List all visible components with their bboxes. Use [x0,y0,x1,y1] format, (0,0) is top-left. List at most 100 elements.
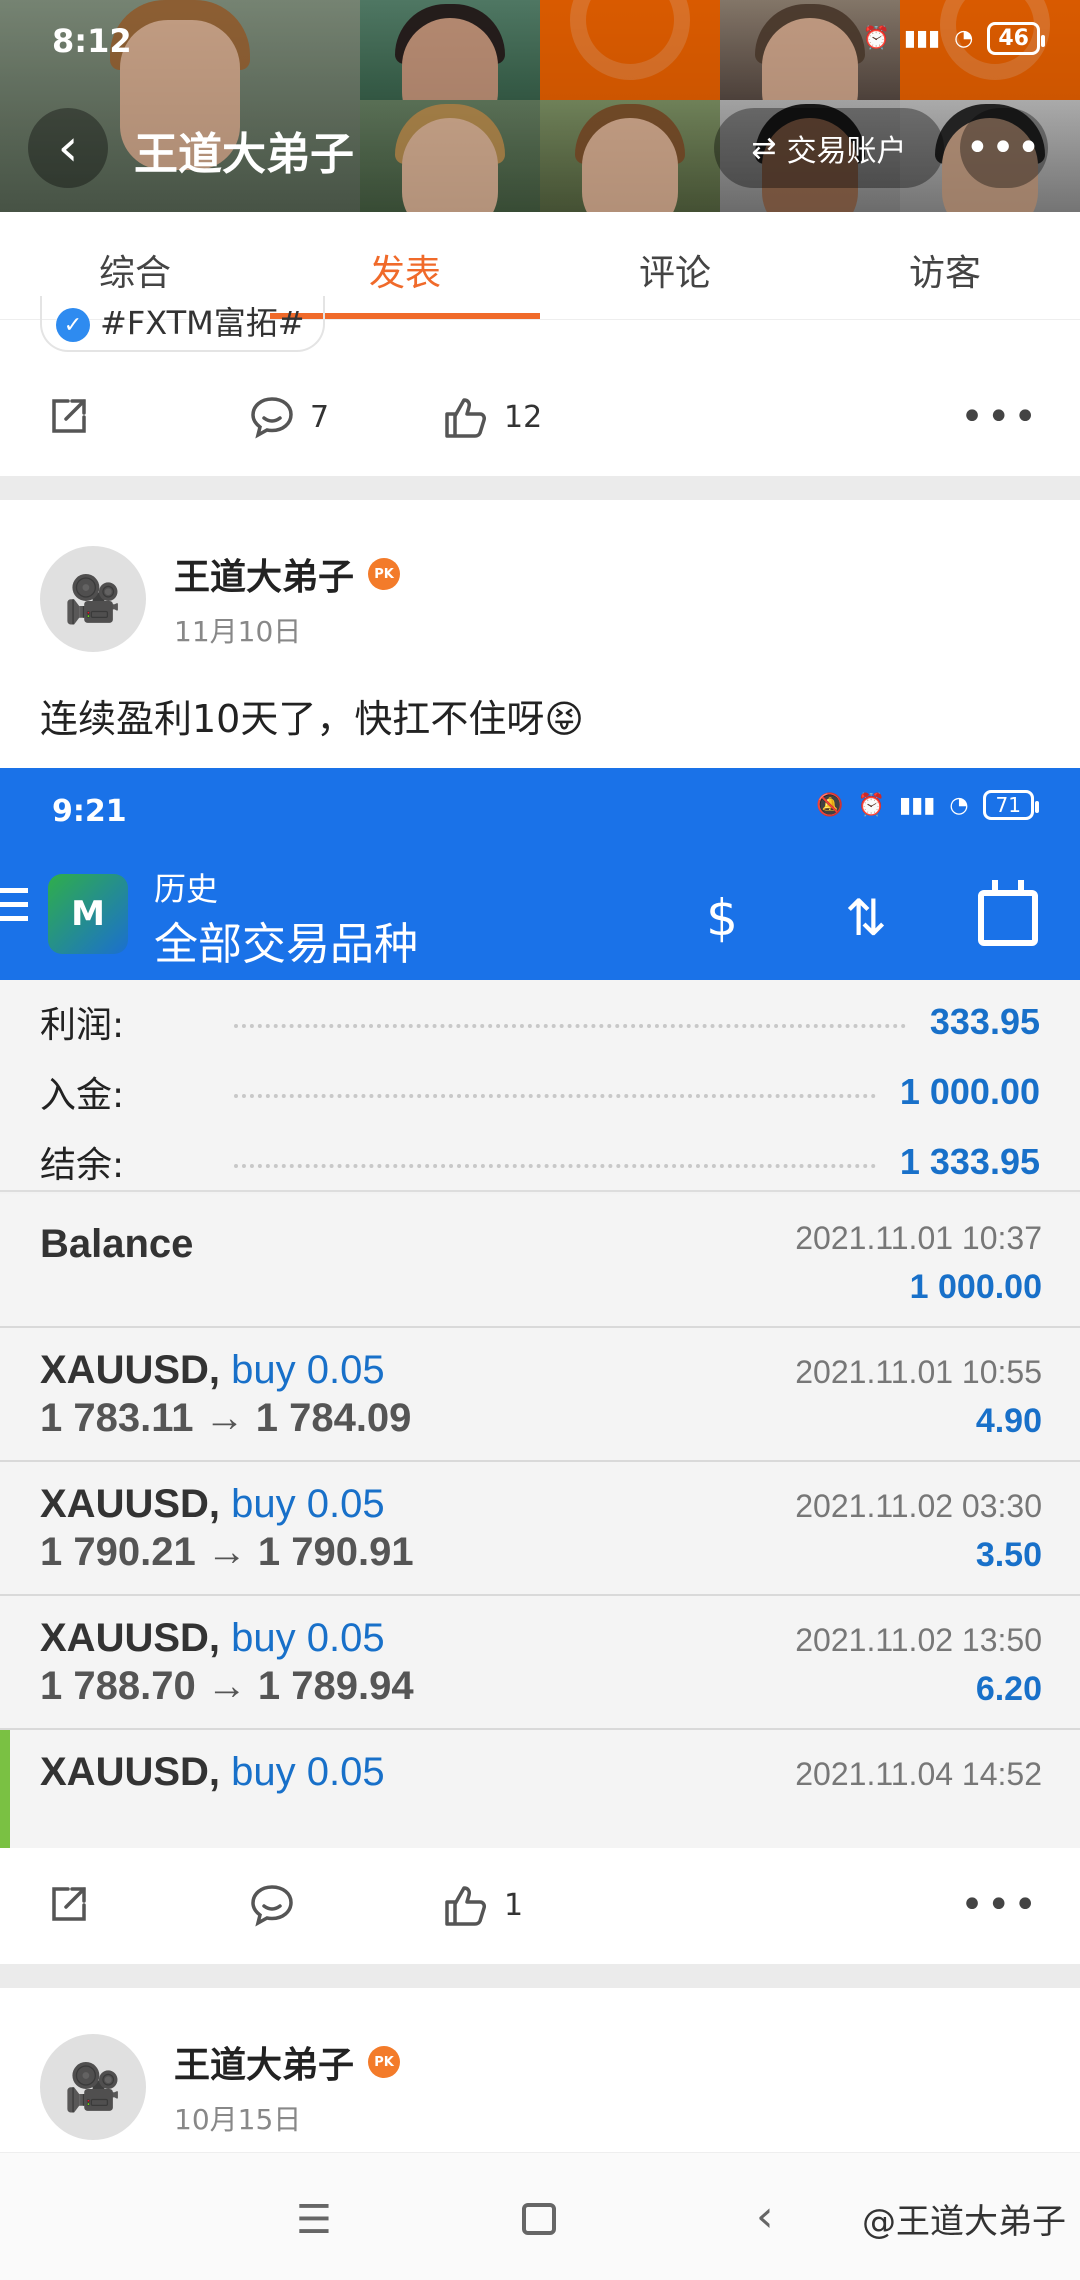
deal-row: XAUUSD, buy 0.05 1 790.21 → 1 790.91 202… [0,1462,1080,1596]
trading-account-label: 交易账户 [786,134,907,169]
back-nav-button[interactable]: ‹ [756,2191,774,2242]
topic-tag-label: #FXTM富拓# [100,304,305,342]
balance-label: Balance [40,1222,194,1266]
like-button[interactable]: 12 [442,393,542,441]
author-info: 王道大弟子 PK 11月10日 [174,548,401,650]
comment-count: 7 [310,399,330,435]
back-button[interactable]: ‹ [28,108,108,188]
deal-prices: 1 790.21 → 1 790.91 [40,1530,414,1574]
deal-symbol: XAUUSD, [40,1616,221,1660]
comment-button[interactable]: 7 [248,393,329,441]
avatar[interactable]: 🎥 [40,2034,146,2140]
comment-icon [248,393,296,441]
calendar-icon [968,878,1048,958]
author-info: 王道大弟子 PK 10月15日 [174,2036,401,2138]
wifi-icon: ◔ [954,26,974,51]
post-more-button[interactable]: ••• [960,1882,1040,1928]
post-date: 11月10日 [174,615,302,648]
hamburger-menu-icon [0,888,28,930]
summary-row-profit: 利润: 333.95 [40,992,1040,1052]
post-actions: 1 ••• [0,1860,1080,1950]
deal-row: XAUUSD, buy 0.05 2021.11.04 14:52 [0,1730,1080,1848]
like-count: 12 [504,399,543,435]
post-author[interactable]: 🎥 王道大弟子 PK 10月15日 [40,2034,401,2140]
deal-symbol-line: XAUUSD, buy 0.05 [40,1616,385,1661]
swap-icon: ⇄ [751,130,777,166]
deal-prices: 1 788.70 → 1 789.94 [40,1664,414,1708]
post-author[interactable]: 🎥 王道大弟子 PK 11月10日 [40,546,401,652]
battery-icon: 71 [982,790,1040,820]
camera-icon: 🎥 [64,571,122,626]
deal-profit: 3.50 [975,1536,1042,1574]
like-count: 1 [504,1887,524,1923]
deal-profit: 1 000.00 [909,1268,1042,1306]
deal-symbol-line: XAUUSD, buy 0.05 [40,1750,385,1795]
avatar[interactable]: 🎥 [40,546,146,652]
trading-account-button[interactable]: ⇄ 交易账户 [714,108,944,188]
deal-datetime: 2021.11.04 14:52 [795,1756,1042,1792]
thumbs-up-icon [442,1881,490,1929]
tab-comments[interactable]: 评论 [540,212,810,319]
topic-tag[interactable]: ✓ #FXTM富拓# [40,296,325,352]
more-options-button[interactable]: ••• [960,108,1048,188]
signal-icon: ▮▮▮ [903,26,941,51]
deal-prices: 1 783.11 → 1 784.09 [40,1396,412,1440]
currency-sort-icon: $ [706,889,738,947]
comment-button[interactable] [248,1881,310,1929]
sort-arrows-icon: ⇅ [845,889,887,947]
recent-apps-button[interactable]: ☰ [296,2197,332,2243]
author-name-row: 王道大弟子 PK [174,548,401,600]
post-text: 连续盈利10天了，快扛不住呀😝 [40,697,584,741]
mt-header: 9:21 🔕 ⏰ ▮▮▮ ◔ 71 M 历史 全部交易品种 $ ⇅ [0,768,1080,980]
deal-side: buy 0.05 [231,1348,385,1392]
status-time: 8:12 [52,22,132,60]
share-icon [44,393,92,441]
summary-row-balance: 结余: 1 333.95 [40,1132,1040,1192]
more-dots-icon: ••• [965,125,1043,171]
profile-header: 8:12 ⏰ ▮▮▮ ◔ 46 ‹ 王道大弟子 ⇄ 交易账户 ••• [0,0,1080,212]
deal-symbol-line: XAUUSD, buy 0.05 [40,1482,385,1527]
verified-check-icon: ✓ [56,308,90,342]
deal-datetime: 2021.11.02 13:50 [795,1622,1042,1658]
pk-badge: PK [368,558,401,590]
deal-side: buy 0.05 [231,1616,385,1660]
mute-icon: 🔕 [816,792,844,818]
section-divider [0,476,1080,500]
alarm-icon: ⏰ [857,792,886,818]
mt-status-time: 9:21 [52,794,127,829]
like-button[interactable]: 1 [442,1881,523,1929]
share-button[interactable] [44,1881,92,1929]
pk-badge: PK [368,2046,401,2078]
deal-symbol: XAUUSD, [40,1750,221,1794]
post-actions: 7 12 ••• [0,372,1080,462]
post-more-button[interactable]: ••• [960,394,1040,440]
thumbs-up-icon [442,393,490,441]
share-icon [44,1881,92,1929]
summary-row-deposit: 入金: 1 000.00 [40,1062,1040,1122]
mt-title: 全部交易品种 [154,919,418,970]
deal-symbol-line: XAUUSD, buy 0.05 [40,1348,385,1393]
deal-symbol: XAUUSD, [40,1482,221,1526]
author-name: 王道大弟子 [174,557,355,598]
status-icons: ⏰ ▮▮▮ ◔ 46 [862,22,1045,55]
chevron-left-icon: ‹ [57,118,79,178]
section-divider [0,1964,1080,1988]
watermark: @王道大弟子 [862,2202,1066,2242]
deal-symbol: XAUUSD, [40,1348,221,1392]
battery-icon: 46 [987,22,1045,55]
summary-label: 结余: [40,1145,125,1186]
alarm-icon: ⏰ [862,26,890,51]
post-image[interactable]: 9:21 🔕 ⏰ ▮▮▮ ◔ 71 M 历史 全部交易品种 $ ⇅ 利润: 33… [0,768,1080,1848]
history-summary: 利润: 333.95 入金: 1 000.00 结余: 1 333.95 [0,980,1080,1192]
tab-visitors[interactable]: 访客 [810,212,1080,319]
summary-value: 1 000.00 [899,1071,1040,1112]
page-title: 王道大弟子 [134,129,354,180]
home-button[interactable] [522,2203,556,2235]
mt-status-icons: 🔕 ⏰ ▮▮▮ ◔ 71 [816,790,1040,820]
share-button[interactable] [44,393,92,441]
deal-profit: 6.20 [975,1670,1042,1708]
balance-row: Balance 2021.11.01 10:37 1 000.00 [0,1194,1080,1328]
deal-profit: 4.90 [975,1402,1042,1440]
mt-subtitle: 历史 [154,870,219,908]
post-date: 10月15日 [174,2103,302,2136]
